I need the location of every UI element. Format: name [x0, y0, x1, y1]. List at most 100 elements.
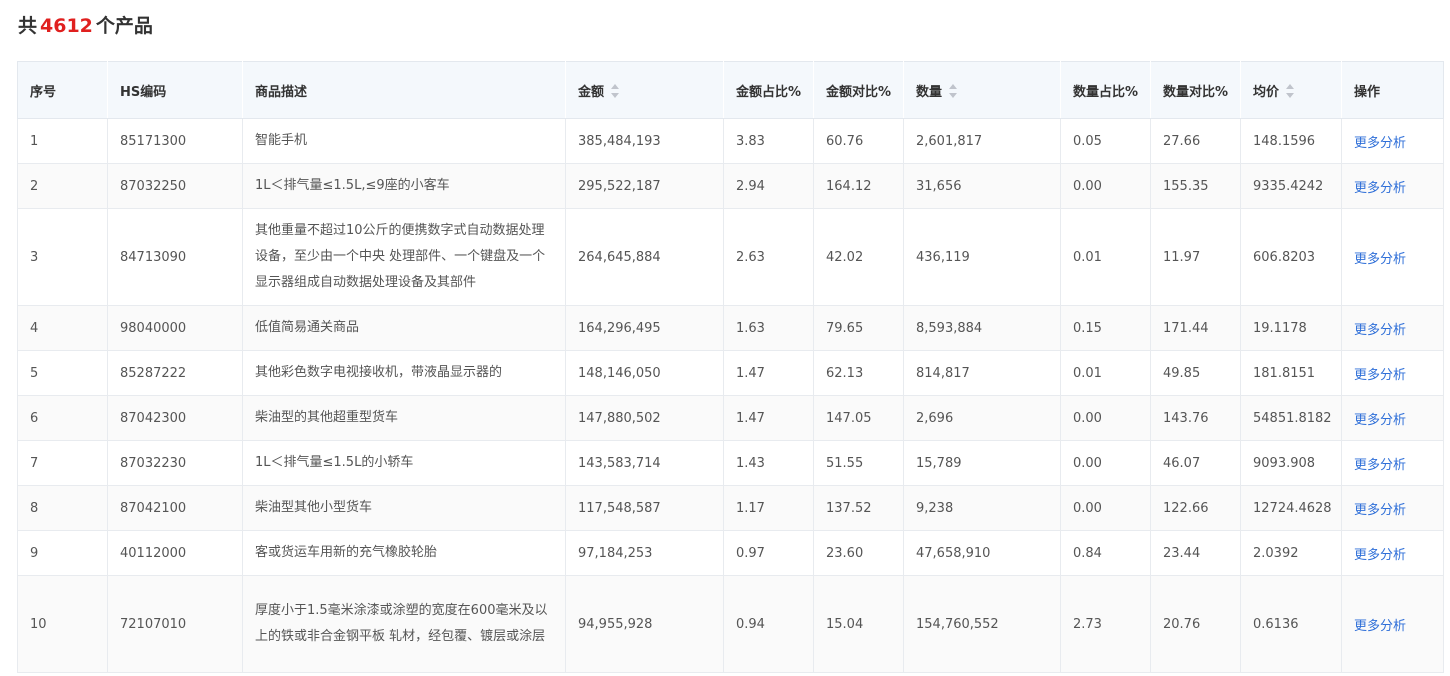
table-row: 2 87032250 1L＜排气量≤1.5L,≤9座的小客车 295,522,1…	[17, 163, 1444, 209]
cell-index: 6	[17, 395, 108, 441]
cell-index: 8	[17, 485, 108, 531]
cell-hs-code: 87042300	[107, 395, 243, 441]
cell-hs-code: 84713090	[107, 208, 243, 306]
table-header: 序号 HS编码 商品描述 金额 金额占比% 金额对比% 数量 数量占比% 数量对…	[17, 61, 1444, 119]
cell-quantity-yoy: 23.44	[1150, 530, 1241, 576]
cell-description: 智能手机	[242, 118, 566, 164]
cell-action: 更多分析	[1341, 118, 1444, 164]
sort-caret-icon[interactable]	[611, 84, 620, 98]
header-action: 操作	[1341, 61, 1444, 119]
cell-hs-code: 87042100	[107, 485, 243, 531]
cell-quantity-yoy: 143.76	[1150, 395, 1241, 441]
cell-avg-price: 54851.8182	[1240, 395, 1342, 441]
more-analysis-link[interactable]: 更多分析	[1354, 503, 1406, 518]
cell-description: 柴油型其他小型货车	[242, 485, 566, 531]
cell-index: 7	[17, 440, 108, 486]
cell-quantity: 47,658,910	[903, 530, 1061, 576]
header-amount-yoy: 金额对比%	[813, 61, 904, 119]
cell-description: 厚度小于1.5毫米涂漆或涂塑的宽度在600毫米及以上的铁或非合金钢平板 轧材，经…	[242, 575, 566, 673]
cell-description: 其他重量不超过10公斤的便携数字式自动数据处理设备，至少由一个中央 处理部件、一…	[242, 208, 566, 306]
more-analysis-link[interactable]: 更多分析	[1354, 413, 1406, 428]
cell-quantity: 8,593,884	[903, 305, 1061, 351]
cell-index: 5	[17, 350, 108, 396]
table-row: 4 98040000 低值简易通关商品 164,296,495 1.63 79.…	[17, 305, 1444, 351]
more-analysis-link[interactable]: 更多分析	[1354, 548, 1406, 563]
header-action-label: 操作	[1354, 84, 1381, 100]
cell-amount-share: 1.47	[723, 350, 814, 396]
cell-quantity-share: 0.05	[1060, 118, 1151, 164]
more-analysis-link[interactable]: 更多分析	[1354, 252, 1406, 267]
more-analysis-link[interactable]: 更多分析	[1354, 136, 1406, 151]
cell-amount-yoy: 79.65	[813, 305, 904, 351]
header-row: 序号 HS编码 商品描述 金额 金额占比% 金额对比% 数量 数量占比% 数量对…	[17, 61, 1444, 119]
cell-quantity-share: 0.00	[1060, 440, 1151, 486]
cell-hs-code: 72107010	[107, 575, 243, 673]
header-amount[interactable]: 金额	[565, 61, 724, 119]
cell-amount-share: 0.97	[723, 530, 814, 576]
cell-amount: 264,645,884	[565, 208, 724, 306]
cell-index: 4	[17, 305, 108, 351]
cell-quantity: 436,119	[903, 208, 1061, 306]
header-avg-price[interactable]: 均价	[1240, 61, 1342, 119]
cell-description: 其他彩色数字电视接收机，带液晶显示器的	[242, 350, 566, 396]
header-hs-code: HS编码	[107, 61, 243, 119]
cell-avg-price: 9335.4242	[1240, 163, 1342, 209]
header-index: 序号	[17, 61, 108, 119]
header-amount-label: 金额	[578, 84, 605, 100]
cell-amount-yoy: 23.60	[813, 530, 904, 576]
cell-description: 低值简易通关商品	[242, 305, 566, 351]
cell-action: 更多分析	[1341, 440, 1444, 486]
cell-amount: 148,146,050	[565, 350, 724, 396]
cell-amount-share: 2.63	[723, 208, 814, 306]
more-analysis-link[interactable]: 更多分析	[1354, 323, 1406, 338]
cell-amount-yoy: 60.76	[813, 118, 904, 164]
cell-quantity-yoy: 27.66	[1150, 118, 1241, 164]
cell-quantity: 15,789	[903, 440, 1061, 486]
cell-amount: 295,522,187	[565, 163, 724, 209]
cell-quantity-yoy: 122.66	[1150, 485, 1241, 531]
header-amount-share-label: 金额占比%	[736, 84, 802, 100]
header-quantity-yoy: 数量对比%	[1150, 61, 1241, 119]
cell-avg-price: 148.1596	[1240, 118, 1342, 164]
cell-action: 更多分析	[1341, 305, 1444, 351]
more-analysis-link[interactable]: 更多分析	[1354, 619, 1406, 634]
more-analysis-link[interactable]: 更多分析	[1354, 181, 1406, 196]
product-count-summary: 共 4612 个产品	[18, 12, 153, 40]
sort-caret-icon[interactable]	[949, 84, 958, 98]
cell-quantity: 31,656	[903, 163, 1061, 209]
table-row: 3 84713090 其他重量不超过10公斤的便携数字式自动数据处理设备，至少由…	[17, 208, 1444, 306]
cell-amount: 94,955,928	[565, 575, 724, 673]
cell-action: 更多分析	[1341, 395, 1444, 441]
cell-amount-share: 1.47	[723, 395, 814, 441]
product-table-container: 序号 HS编码 商品描述 金额 金额占比% 金额对比% 数量 数量占比% 数量对…	[17, 61, 1444, 673]
cell-quantity-yoy: 20.76	[1150, 575, 1241, 673]
cell-amount: 385,484,193	[565, 118, 724, 164]
cell-quantity-yoy: 46.07	[1150, 440, 1241, 486]
header-amount-yoy-label: 金额对比%	[826, 84, 892, 100]
table-body: 1 85171300 智能手机 385,484,193 3.83 60.76 2…	[17, 118, 1444, 673]
header-quantity-yoy-label: 数量对比%	[1163, 84, 1229, 100]
more-analysis-link[interactable]: 更多分析	[1354, 368, 1406, 383]
cell-avg-price: 606.8203	[1240, 208, 1342, 306]
cell-avg-price: 181.8151	[1240, 350, 1342, 396]
cell-amount: 97,184,253	[565, 530, 724, 576]
table-row: 5 85287222 其他彩色数字电视接收机，带液晶显示器的 148,146,0…	[17, 350, 1444, 396]
sort-caret-icon[interactable]	[1286, 84, 1295, 98]
cell-quantity-share: 0.00	[1060, 485, 1151, 531]
more-analysis-link[interactable]: 更多分析	[1354, 458, 1406, 473]
summary-suffix: 个产品	[95, 15, 153, 37]
cell-action: 更多分析	[1341, 485, 1444, 531]
cell-index: 3	[17, 208, 108, 306]
cell-index: 10	[17, 575, 108, 673]
cell-description: 客或货运车用新的充气橡胶轮胎	[242, 530, 566, 576]
cell-quantity-share: 0.00	[1060, 395, 1151, 441]
table-row: 9 40112000 客或货运车用新的充气橡胶轮胎 97,184,253 0.9…	[17, 530, 1444, 576]
table-row: 8 87042100 柴油型其他小型货车 117,548,587 1.17 13…	[17, 485, 1444, 531]
header-quantity[interactable]: 数量	[903, 61, 1061, 119]
cell-amount: 164,296,495	[565, 305, 724, 351]
cell-avg-price: 19.1178	[1240, 305, 1342, 351]
cell-amount: 143,583,714	[565, 440, 724, 486]
cell-quantity: 2,696	[903, 395, 1061, 441]
cell-quantity-share: 2.73	[1060, 575, 1151, 673]
cell-quantity-yoy: 155.35	[1150, 163, 1241, 209]
